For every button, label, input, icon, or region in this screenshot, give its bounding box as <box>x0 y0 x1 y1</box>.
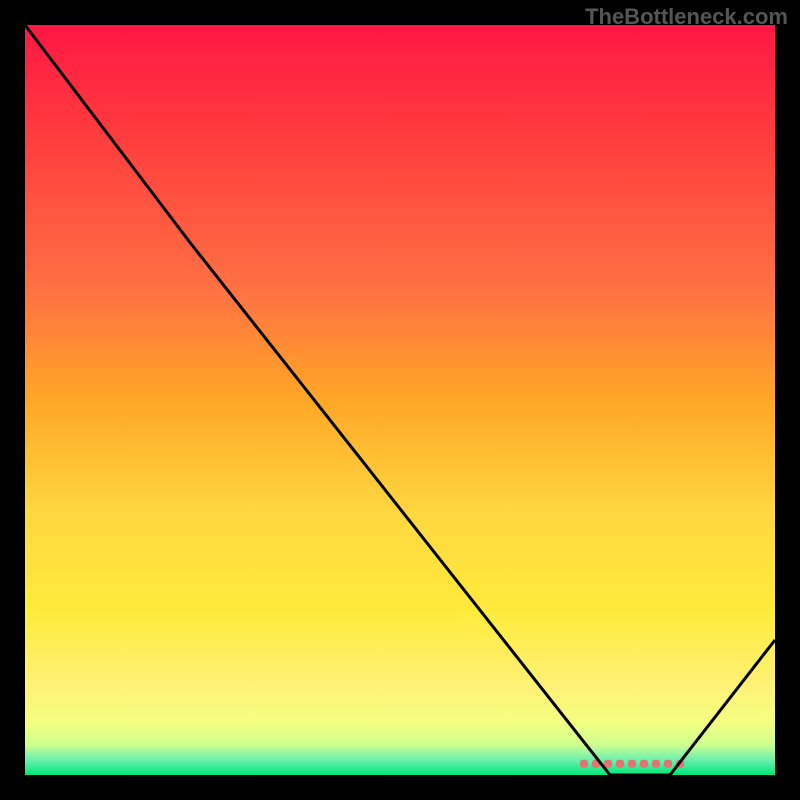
bottleneck-chart: TheBottleneck.com <box>0 0 800 800</box>
watermark-text: TheBottleneck.com <box>585 4 788 30</box>
chart-svg <box>0 0 800 800</box>
plot-area <box>25 25 775 775</box>
optimal-marker <box>580 760 684 768</box>
